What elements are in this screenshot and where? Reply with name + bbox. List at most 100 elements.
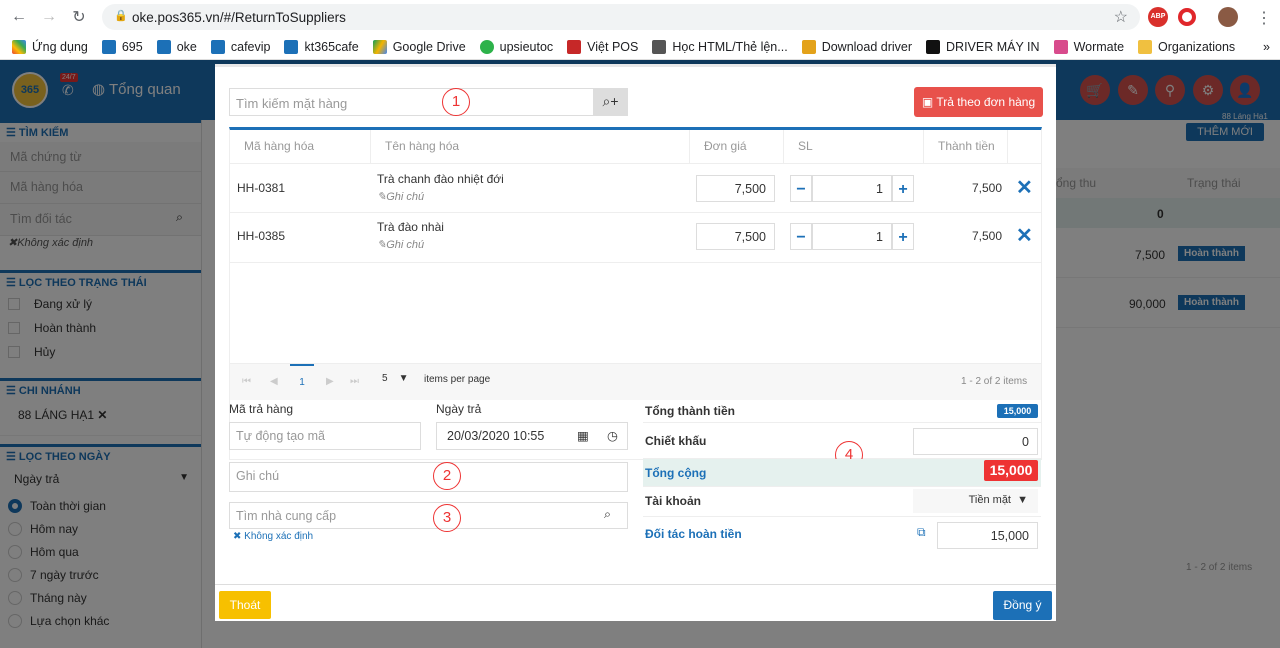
bookmark-google-drive[interactable]: Google Drive [372,39,466,54]
delete-row-icon[interactable]: ✕ [1016,223,1033,248]
bookmark-download-driver[interactable]: Download driver [801,39,912,54]
supplier-search-input[interactable]: Tìm nhà cung cấp ⌕ [229,502,628,529]
bookmark-driver-may-in[interactable]: DRIVER MÁY IN [926,39,1040,54]
pos365-icon [210,39,225,54]
note-textarea[interactable]: Ghi chú [229,462,628,492]
pencil-icon: ✎ [377,191,387,203]
page-size-select[interactable]: 5 ▼ [382,373,409,384]
calendar-icon[interactable]: ▦ [577,428,589,443]
unit-price-input[interactable]: 7,500 [696,223,775,250]
adblock-icon[interactable]: ABP [1148,7,1168,27]
search-add-button[interactable]: ⌕+ [593,88,628,116]
item-name: Trà đào nhài [377,220,444,234]
marker-1: 1 [442,88,470,116]
search-icon[interactable]: ⌕ [604,507,611,522]
back-icon[interactable]: ← [4,8,34,26]
subtotal-row: Tổng thành tiền 15,000 [643,397,1041,423]
forward-icon[interactable]: → [34,8,64,26]
total-badge: 15,000 [984,460,1038,481]
return-by-order-button[interactable]: ▣ Trả theo đơn hàng [914,87,1043,117]
qty-input[interactable]: 1 [812,175,892,202]
more-bookmarks-icon[interactable]: » [1263,40,1270,54]
items-per-page-label: items per page [424,374,491,385]
refund-input[interactable]: 15,000 [937,522,1038,549]
item-note-link[interactable]: ✎Ghi chú [377,238,424,251]
address-bar[interactable]: 🔒 oke.pos365.vn/#/ReturnToSuppliers ☆ [102,4,1140,30]
unit-price-input[interactable]: 7,500 [696,175,775,202]
return-date-input[interactable]: 20/03/2020 10:55 ▦ ◷ [436,422,628,450]
subtotal-badge: 15,000 [997,404,1038,418]
browser-menu-icon[interactable]: ⋮ [1256,8,1272,28]
upload-icon [479,39,494,54]
clock-icon[interactable]: ◷ [607,428,618,443]
search-plus-icon: ⌕+ [602,93,619,109]
pencil-icon: ✎ [377,239,387,251]
return-to-supplier-modal: Tìm kiếm mặt hàng ⌕+ 1 ▣ Trả theo đơn hà… [215,64,1056,621]
table-row: HH-0381 Trà chanh đào nhiệt đới ✎Ghi chú… [230,163,1041,213]
qty-input[interactable]: 1 [812,223,892,250]
current-page[interactable]: 1 [290,364,314,400]
bookmark-upsieutoc[interactable]: upsieutoc [479,39,553,54]
line-total: 7,500 [972,181,1003,195]
pager-info: 1 - 2 of 2 items [961,376,1028,387]
bookmark-apps[interactable]: Ứng dụng [12,39,88,54]
organizations-icon [1138,39,1153,54]
bookmark-organizations[interactable]: Organizations [1138,39,1235,54]
bookmark-star-icon[interactable]: ☆ [1114,7,1128,27]
column-header-qty: SL [784,130,924,163]
item-search-input[interactable]: Tìm kiếm mặt hàng [229,88,628,116]
vietpos-icon [567,39,582,54]
marker-2: 2 [433,462,461,490]
last-page-icon[interactable]: ⏭ [350,376,359,387]
bookmark-vietpos[interactable]: Việt POS [567,39,638,54]
account-select[interactable]: Tiền mặt ▼ [913,489,1038,513]
supplier-undefined[interactable]: ✖ Không xác định [233,531,313,542]
first-page-icon[interactable]: ⏮ [242,376,251,387]
lock-icon: 🔒 [114,10,128,22]
discount-input[interactable]: 0 [913,428,1038,455]
prev-page-icon[interactable]: ◀ [270,376,278,387]
bookmark-wormate[interactable]: Wormate [1053,39,1124,54]
url-text: oke.pos365.vn/#/ReturnToSuppliers [132,9,346,25]
item-name: Trà chanh đào nhiệt đới [377,172,504,186]
column-header-name: Tên hàng hóa [371,130,690,163]
bookmark-kt365cafe[interactable]: kt365cafe [284,39,359,54]
w3-icon [652,39,667,54]
next-page-icon[interactable]: ▶ [326,376,334,387]
delete-row-icon[interactable]: ✕ [1016,175,1033,200]
bookmark-695[interactable]: 695 [101,39,143,54]
total-row: Tổng cộng 15,000 [643,459,1041,487]
reload-icon[interactable]: ↻ [64,7,94,27]
return-date-label: Ngày trả [436,402,482,416]
line-total: 7,500 [972,229,1003,243]
marker-3: 3 [433,504,461,532]
profile-avatar[interactable] [1218,7,1238,27]
edit-square-icon: ▣ [921,95,937,109]
decrease-qty-button[interactable]: − [790,175,812,202]
return-code-input[interactable]: Tự động tạo mã [229,422,421,450]
opera-icon[interactable] [1178,8,1196,26]
modal-footer: Thoát Đồng ý [215,584,1056,624]
confirm-button[interactable]: Đồng ý [993,591,1052,620]
item-code: HH-0381 [237,181,286,195]
pos365-icon [101,39,116,54]
exit-button[interactable]: Thoát [219,591,271,619]
google-drive-icon [372,39,387,54]
bookmark-html[interactable]: Học HTML/Thẻ lện... [652,39,788,54]
copy-icon[interactable]: ⧉ [917,525,926,540]
grid-pager: ⏮ ◀ 1 ▶ ⏭ 5 ▼ items per page 1 - 2 of 2 … [230,363,1041,400]
decrease-qty-button[interactable]: − [790,223,812,250]
apps-grid-icon [12,39,26,54]
bookmark-oke[interactable]: oke [156,39,197,54]
driver-icon [801,39,816,54]
item-note-link[interactable]: ✎Ghi chú [377,190,424,203]
column-header-price: Đơn giá [690,130,784,163]
refund-row: Đối tác hoàn tiền ⧉ 15,000 [643,517,1041,552]
table-row: HH-0385 Trà đào nhài ✎Ghi chú 7,500 − 1 … [230,213,1041,263]
increase-qty-button[interactable]: + [892,223,914,250]
bookmark-cafevip[interactable]: cafevip [210,39,270,54]
wormate-icon [1053,39,1068,54]
account-row: Tài khoản Tiền mặt ▼ [643,487,1041,517]
increase-qty-button[interactable]: + [892,175,914,202]
item-code: HH-0385 [237,229,286,243]
